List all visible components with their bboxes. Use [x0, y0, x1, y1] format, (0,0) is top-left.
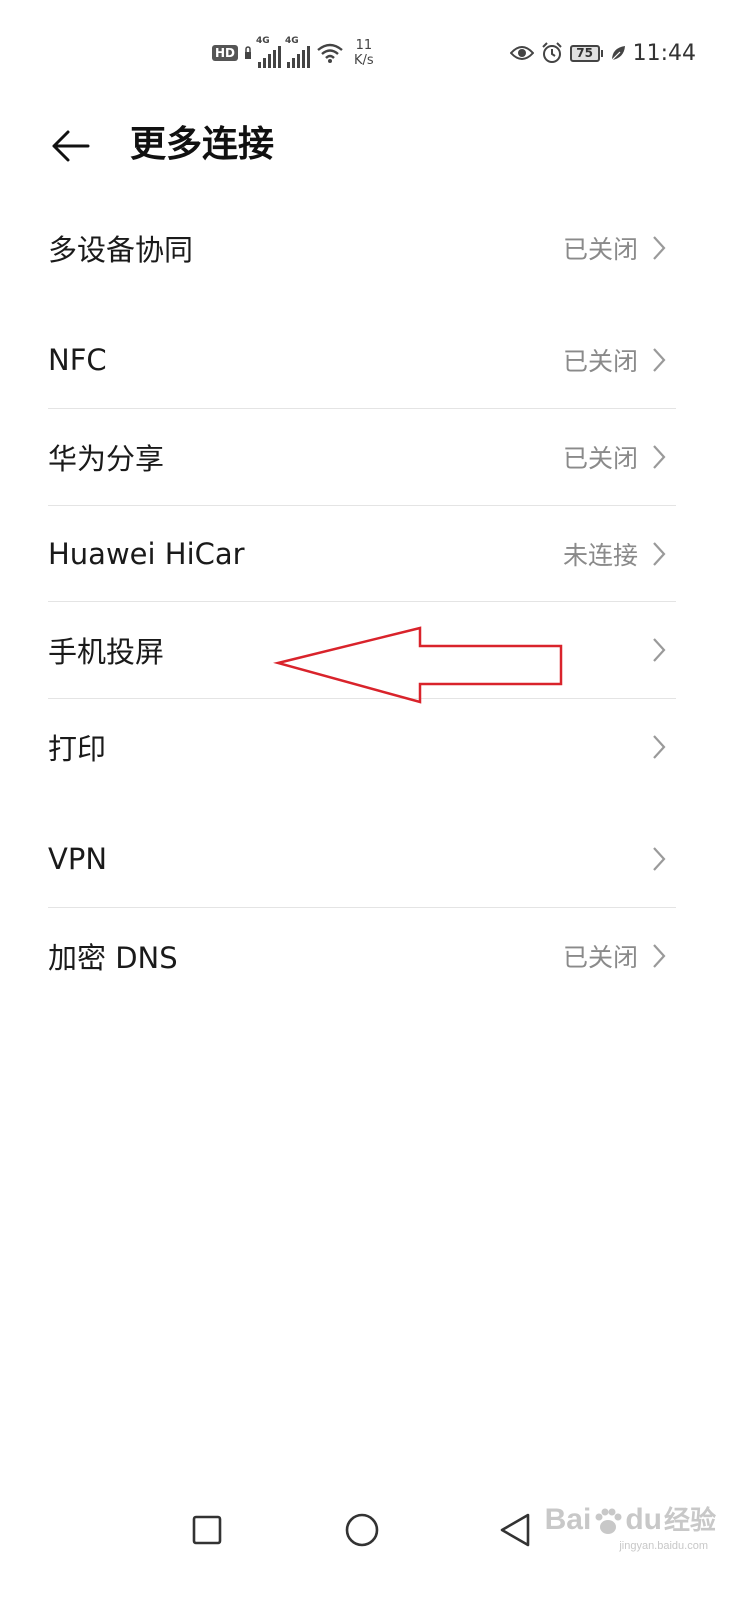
- net-speed-value: 11: [355, 38, 373, 53]
- list-item-status: 已关闭: [562, 235, 638, 264]
- arrow-left-icon: [52, 130, 90, 162]
- home-button[interactable]: [334, 1502, 390, 1558]
- watermark-suffix: 经验: [663, 1505, 716, 1535]
- status-right: 75 11:44: [509, 38, 696, 68]
- signal-icon: 4G: [285, 36, 311, 68]
- paw-icon: [595, 1508, 622, 1534]
- status-left: HD 4G 4G 11 K/s: [212, 36, 374, 70]
- lock-small-icon: [245, 46, 252, 59]
- hd-icon: HD: [212, 45, 239, 61]
- battery-icon: 75: [569, 44, 603, 62]
- list-item-screen-projection[interactable]: 手机投屏: [48, 602, 676, 698]
- watermark-brand: Bai: [544, 1503, 592, 1536]
- header: 更多连接: [0, 100, 738, 192]
- list-item-label: 多设备协同: [48, 233, 194, 267]
- list-item-label: 华为分享: [48, 442, 165, 476]
- list-item-label: 加密 DNS: [48, 941, 178, 975]
- list-item-nfc[interactable]: NFC 已关闭: [48, 312, 676, 408]
- battery-level: 75: [569, 44, 600, 62]
- status-bar: HD 4G 4G 11 K/s 75 11:44: [0, 0, 738, 100]
- list-item-label: 手机投屏: [48, 635, 165, 669]
- chevron-right-icon: [650, 941, 668, 971]
- list-item-label: Huawei HiCar: [48, 537, 245, 571]
- list-item-huawei-share[interactable]: 华为分享 已关闭: [48, 409, 676, 505]
- list-item-label: 打印: [48, 732, 107, 766]
- chevron-right-icon: [650, 844, 668, 874]
- list-item-status: 已关闭: [562, 444, 638, 473]
- square-icon: [192, 1515, 222, 1545]
- list-item-multi-device[interactable]: 多设备协同 已关闭: [48, 200, 676, 296]
- list-item-hicar[interactable]: Huawei HiCar 未连接: [48, 506, 676, 602]
- wifi-icon: [317, 43, 343, 63]
- chevron-right-icon: [650, 345, 668, 375]
- list-item-print[interactable]: 打印: [48, 699, 676, 795]
- net-speed: 11 K/s: [354, 38, 374, 68]
- watermark-url: jingyan.baidu.com: [619, 1540, 708, 1552]
- chevron-right-icon: [650, 732, 668, 762]
- circle-icon: [345, 1513, 379, 1547]
- signal-4g-label: 4G: [285, 36, 299, 46]
- page-title: 更多连接: [130, 124, 275, 165]
- triangle-back-icon: [500, 1513, 530, 1547]
- clock: 11:44: [632, 40, 696, 66]
- chevron-right-icon: [650, 442, 668, 472]
- net-speed-unit: K/s: [354, 53, 374, 68]
- back-button[interactable]: [44, 122, 96, 170]
- back-nav-button[interactable]: [487, 1502, 543, 1558]
- chevron-right-icon: [650, 233, 668, 263]
- list-item-status: 未连接: [562, 541, 638, 570]
- recents-button[interactable]: [179, 1502, 235, 1558]
- chevron-right-icon: [650, 539, 668, 569]
- list-item-encrypted-dns[interactable]: 加密 DNS 已关闭: [48, 908, 676, 1004]
- list-item-status: 已关闭: [562, 943, 638, 972]
- list-item-status: 已关闭: [562, 347, 638, 376]
- signal-4g-label: 4G: [256, 36, 270, 46]
- alarm-icon: [541, 42, 562, 63]
- eye-icon: [509, 46, 534, 60]
- list-item-label: VPN: [48, 842, 108, 876]
- chevron-right-icon: [650, 635, 668, 665]
- watermark-brand-du: du: [625, 1503, 662, 1536]
- list-item-label: NFC: [48, 343, 107, 377]
- list-item-vpn[interactable]: VPN: [48, 811, 676, 907]
- signal-icon: 4G: [256, 36, 282, 68]
- baidu-watermark: Bai du 经验 jingyan.baidu.com: [544, 1500, 716, 1552]
- leaf-icon: [611, 46, 625, 61]
